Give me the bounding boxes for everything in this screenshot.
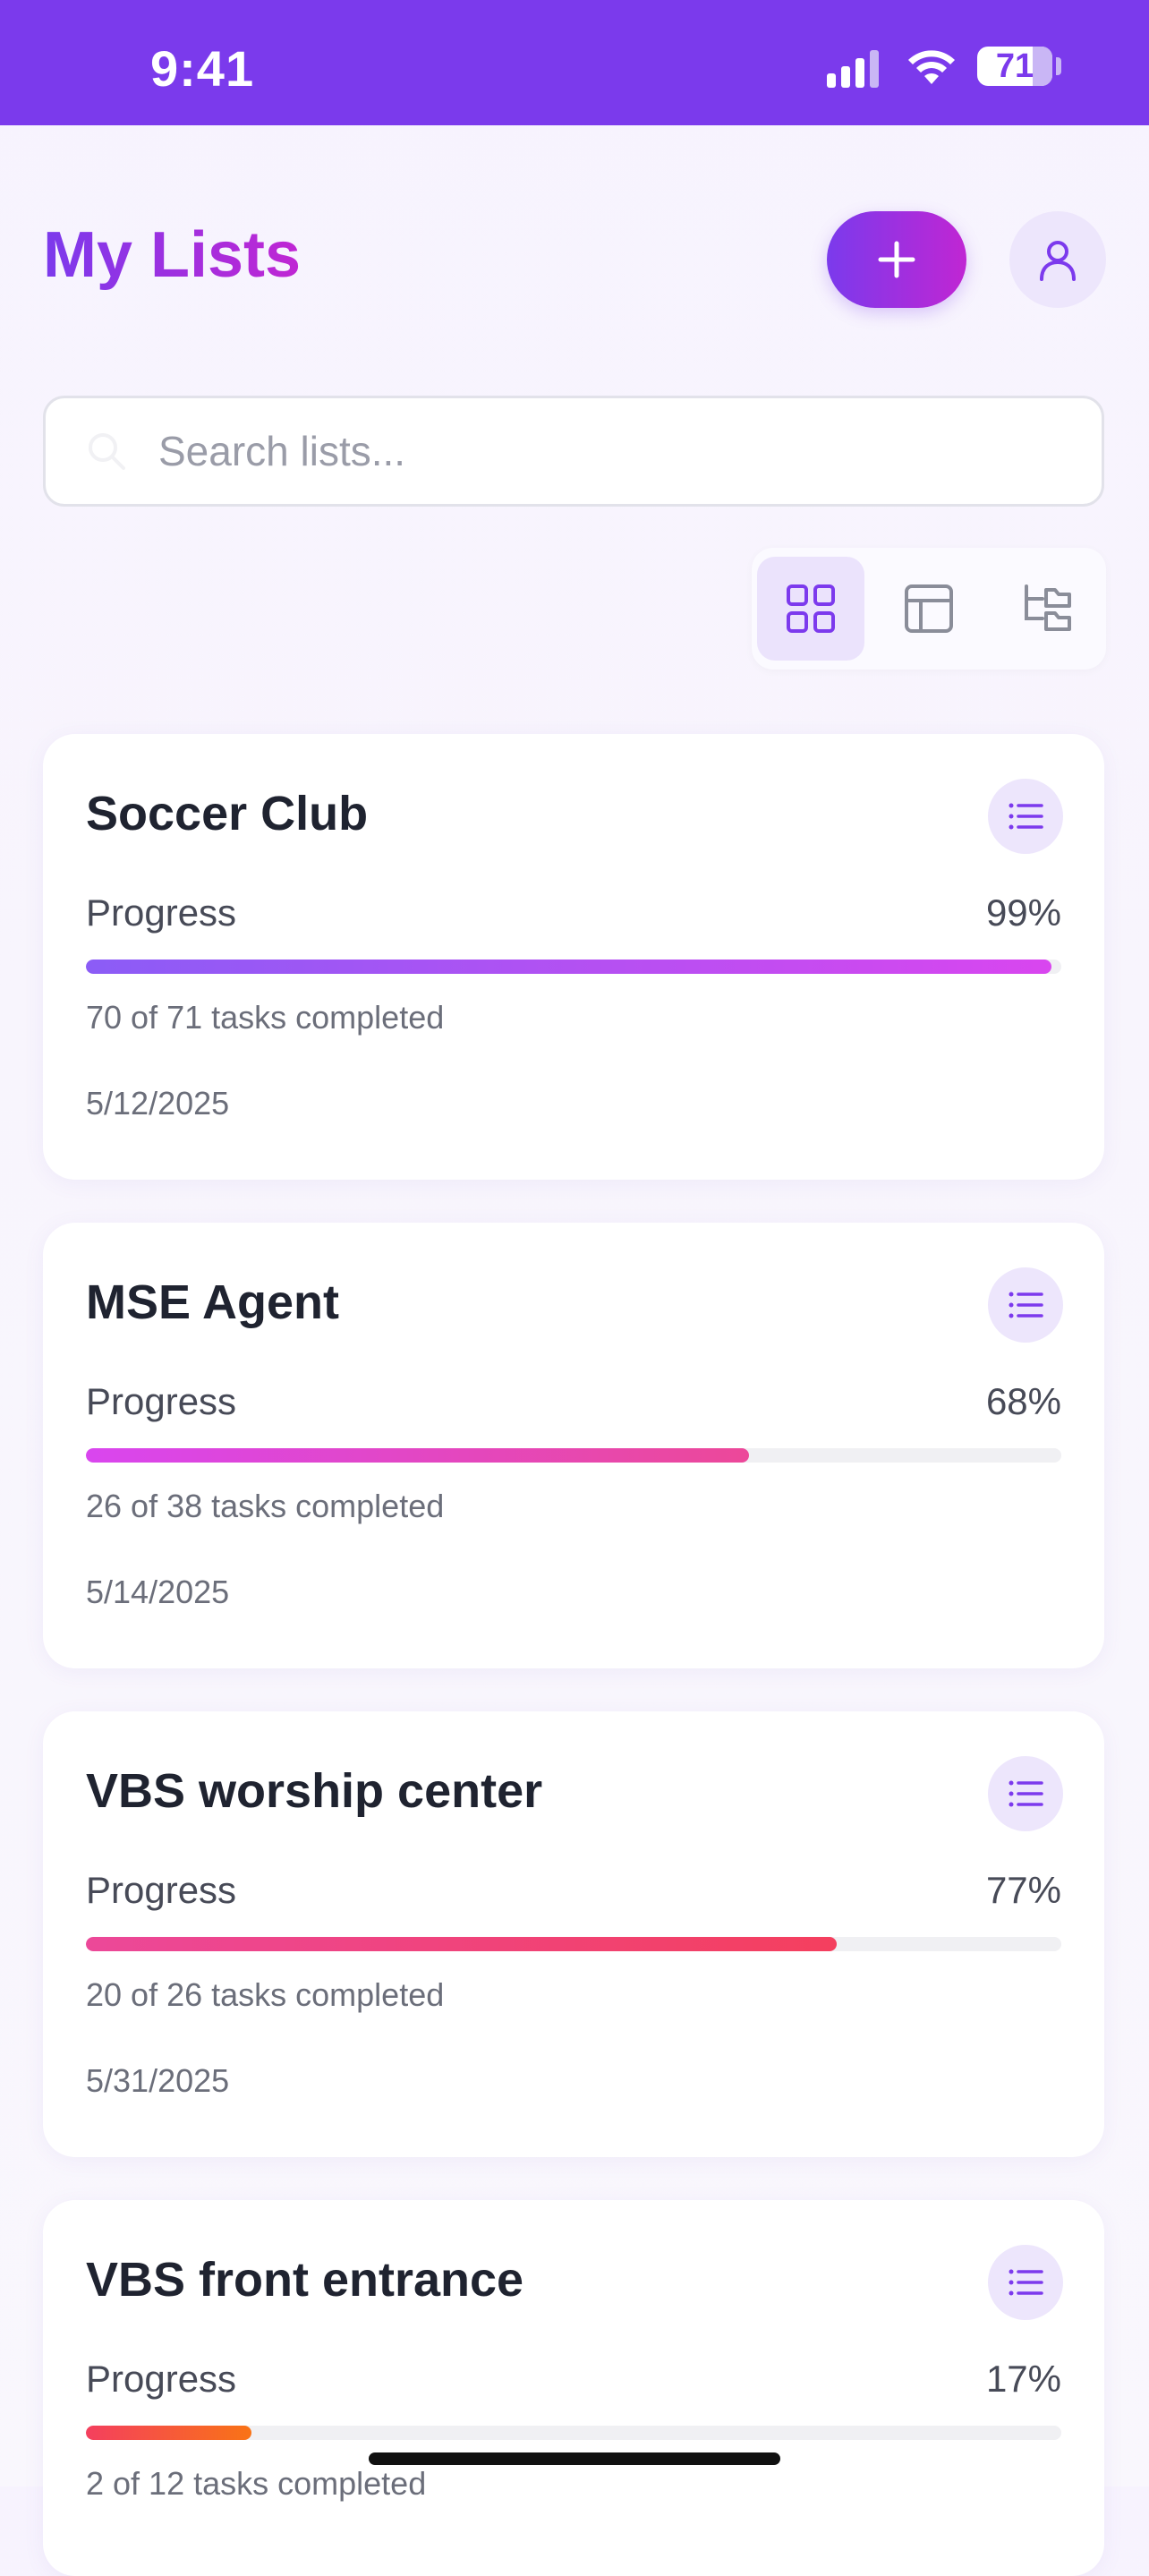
list-title: MSE Agent [86, 1275, 339, 1329]
tree-view-button[interactable] [993, 557, 1101, 661]
battery-nub [1056, 57, 1061, 75]
search-box[interactable] [43, 396, 1104, 507]
folder-tree-icon [1025, 584, 1071, 631]
page-title: My Lists [43, 219, 302, 291]
progress-label: Progress [86, 1869, 237, 1911]
list-date: 5/12/2025 [86, 1085, 230, 1122]
progress-bar [86, 2426, 1061, 2440]
progress-fill [86, 2426, 252, 2440]
list-title: Soccer Club [86, 787, 369, 840]
search-icon [81, 426, 132, 476]
progress-bar [86, 1448, 1061, 1463]
list-title: VBS front entrance [86, 2253, 524, 2307]
table-icon [905, 584, 953, 633]
list-card[interactable]: Soccer Club Progress 99% 70 of 71 tasks … [43, 734, 1104, 1180]
progress-bar [86, 960, 1061, 974]
list-title: VBS worship center [86, 1764, 543, 1818]
list-icon [1009, 2269, 1043, 2296]
progress-label: Progress [86, 891, 237, 934]
progress-label: Progress [86, 1380, 237, 1422]
progress-label: Progress [86, 2358, 237, 2400]
tasks-completed: 26 of 38 tasks completed [86, 1488, 445, 1524]
progress-bar [86, 1937, 1061, 1951]
table-view-button[interactable] [875, 557, 983, 661]
list-date: 5/14/2025 [86, 1574, 230, 1610]
home-indicator [369, 2452, 780, 2465]
list-icon [1009, 1292, 1043, 1318]
list-card[interactable]: VBS worship center Progress 77% 20 of 26… [43, 1711, 1104, 2157]
progress-fill [86, 960, 1052, 974]
grid-icon [787, 584, 835, 633]
signal-icon [827, 50, 879, 88]
add-list-button[interactable] [827, 211, 966, 308]
search-input[interactable] [157, 426, 1055, 476]
user-icon [1040, 241, 1076, 281]
list-icon [1009, 1780, 1043, 1807]
list-menu-button[interactable] [988, 1267, 1063, 1343]
list-menu-button[interactable] [988, 779, 1063, 854]
status-bar: 9:41 71 [0, 0, 1149, 125]
list-card[interactable]: MSE Agent Progress 68% 26 of 38 tasks co… [43, 1223, 1104, 1668]
progress-percent: 99% [985, 891, 1061, 934]
progress-percent: 17% [985, 2358, 1061, 2400]
progress-fill [86, 1937, 838, 1951]
list-menu-button[interactable] [988, 2245, 1063, 2320]
view-toggle [752, 548, 1106, 670]
status-time: 9:41 [150, 40, 255, 97]
list-card[interactable]: VBS front entrance Progress 17% 2 of 12 … [43, 2200, 1104, 2576]
progress-fill [86, 1448, 750, 1463]
grid-view-button[interactable] [757, 557, 864, 661]
tasks-completed: 2 of 12 tasks completed [86, 2465, 427, 2502]
tasks-completed: 20 of 26 tasks completed [86, 1976, 445, 2013]
progress-percent: 77% [985, 1869, 1061, 1911]
list-menu-button[interactable] [988, 1756, 1063, 1831]
battery-level: 71 [995, 47, 1034, 85]
battery-icon: 71 [977, 47, 1052, 86]
profile-button[interactable] [1009, 211, 1106, 308]
list-icon [1009, 803, 1043, 830]
progress-percent: 68% [985, 1380, 1061, 1422]
tasks-completed: 70 of 71 tasks completed [86, 999, 445, 1036]
list-date: 5/31/2025 [86, 2062, 230, 2099]
plus-icon [878, 241, 915, 278]
wifi-icon [908, 50, 955, 84]
